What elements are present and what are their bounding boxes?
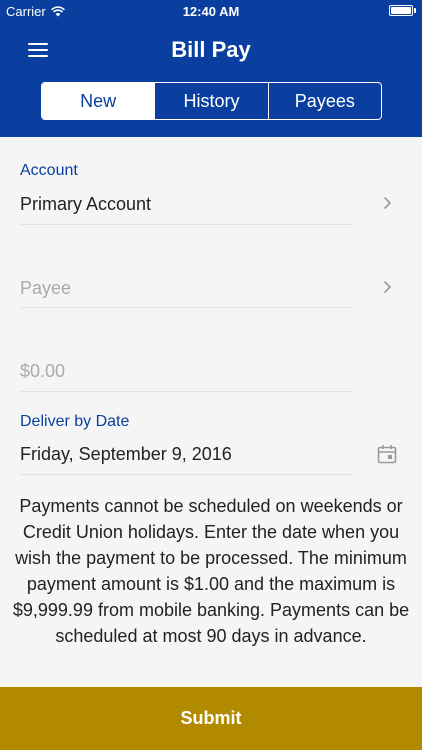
date-divider bbox=[20, 474, 352, 475]
account-value[interactable]: Primary Account bbox=[20, 194, 151, 215]
payment-info-text: Payments cannot be scheduled on weekends… bbox=[12, 496, 410, 646]
page-title: Bill Pay bbox=[171, 37, 251, 62]
payee-divider bbox=[20, 307, 352, 308]
account-label: Account bbox=[20, 162, 78, 179]
tab-new[interactable]: New bbox=[42, 83, 155, 119]
calendar-icon[interactable] bbox=[377, 444, 397, 464]
account-divider bbox=[20, 224, 352, 225]
chevron-right-icon[interactable] bbox=[383, 280, 392, 294]
bill-pay-tabs: New History Payees bbox=[41, 82, 382, 120]
amount-input[interactable]: $0.00 bbox=[20, 361, 65, 382]
chevron-right-icon[interactable] bbox=[383, 196, 392, 210]
status-bar: Carrier 12:40 AM bbox=[0, 0, 422, 22]
app-header: Carrier 12:40 AM Bill Pay New History Pa… bbox=[0, 0, 422, 137]
tab-history[interactable]: History bbox=[154, 83, 267, 119]
battery-icon bbox=[389, 5, 416, 16]
payee-field[interactable]: Payee bbox=[20, 278, 71, 299]
date-label: Deliver by Date bbox=[20, 413, 130, 430]
amount-divider bbox=[20, 391, 352, 392]
tab-payees[interactable]: Payees bbox=[267, 83, 381, 119]
status-time: 12:40 AM bbox=[182, 4, 240, 19]
submit-button[interactable]: Submit bbox=[0, 687, 422, 750]
date-value[interactable]: Friday, September 9, 2016 bbox=[20, 444, 232, 465]
